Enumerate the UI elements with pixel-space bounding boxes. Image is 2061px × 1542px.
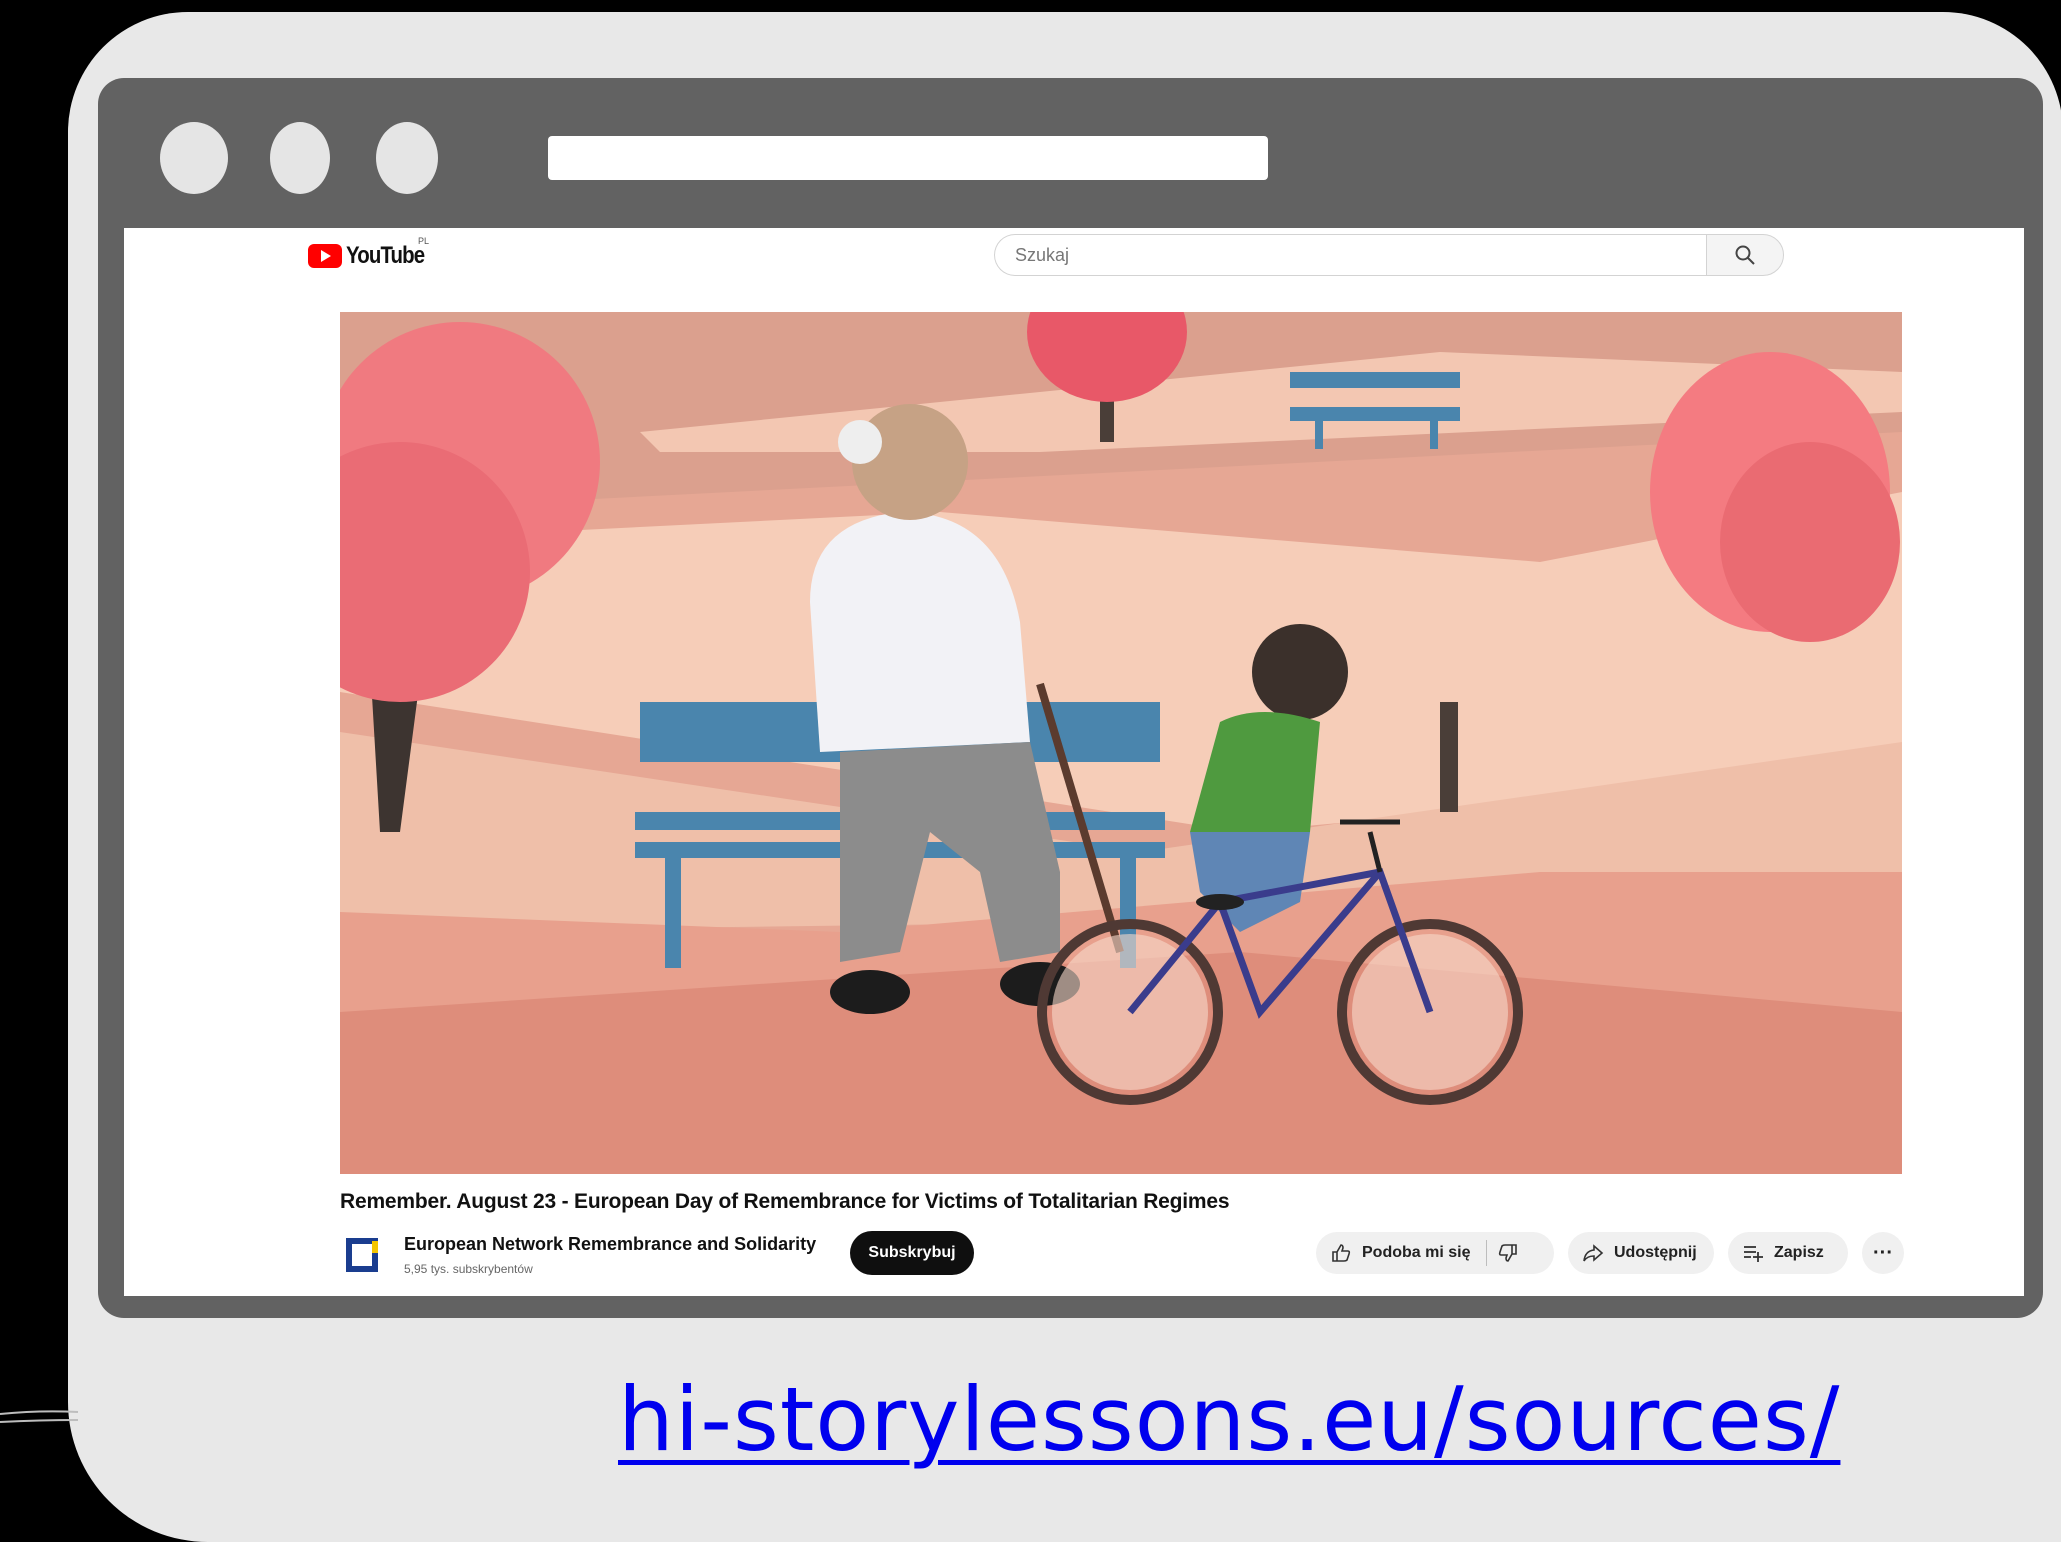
channel-avatar[interactable] xyxy=(346,1238,380,1272)
page-viewport: YouTube PL Szukaj Remember. August 23 - … xyxy=(124,228,2024,1296)
window-minimize-dot[interactable] xyxy=(270,122,330,194)
video-frame-illustration xyxy=(340,312,1902,1174)
search-icon xyxy=(1735,245,1755,265)
window-maximize-dot[interactable] xyxy=(376,122,438,194)
video-player[interactable] xyxy=(340,312,1902,1174)
subscriber-count: 5,95 tys. subskrybentów xyxy=(404,1262,533,1276)
more-actions-button[interactable]: ··· xyxy=(1862,1232,1904,1274)
window-close-dot[interactable] xyxy=(160,122,228,194)
save-label: Zapisz xyxy=(1774,1244,1824,1261)
youtube-wordmark: YouTube xyxy=(346,242,425,269)
dislike-button[interactable] xyxy=(1497,1242,1519,1264)
save-button[interactable]: Zapisz xyxy=(1728,1232,1848,1274)
search-bar xyxy=(994,234,1792,280)
share-label: Udostępnij xyxy=(1614,1244,1697,1261)
browser-window: YouTube PL Szukaj Remember. August 23 - … xyxy=(98,78,2043,1318)
thumbs-up-icon xyxy=(1332,1244,1351,1262)
channel-name[interactable]: European Network Remembrance and Solidar… xyxy=(404,1234,816,1255)
search-button[interactable] xyxy=(1706,234,1784,276)
video-title: Remember. August 23 - European Day of Re… xyxy=(340,1190,1230,1213)
decorative-cable xyxy=(0,1410,79,1423)
add-to-playlist-icon xyxy=(1744,1246,1763,1262)
youtube-logo[interactable]: YouTube PL xyxy=(308,236,438,270)
region-code: PL xyxy=(418,236,430,246)
like-label: Podoba mi się xyxy=(1362,1244,1471,1261)
youtube-play-icon xyxy=(308,244,342,268)
like-divider xyxy=(1486,1240,1488,1266)
thumbs-down-icon xyxy=(1499,1244,1518,1262)
share-icon xyxy=(1583,1244,1604,1262)
subscribe-button[interactable]: Subskrybuj xyxy=(850,1231,974,1275)
share-button[interactable]: Udostępnij xyxy=(1568,1232,1714,1274)
like-dislike-group: Podoba mi się xyxy=(1316,1232,1554,1274)
like-button[interactable]: Podoba mi się xyxy=(1316,1232,1470,1274)
sources-link[interactable]: hi-storylessons.eu/sources/ xyxy=(618,1368,1840,1471)
slide-card: YouTube PL Szukaj Remember. August 23 - … xyxy=(68,12,2061,1542)
address-bar[interactable] xyxy=(548,136,1268,180)
search-input[interactable] xyxy=(994,234,1706,276)
